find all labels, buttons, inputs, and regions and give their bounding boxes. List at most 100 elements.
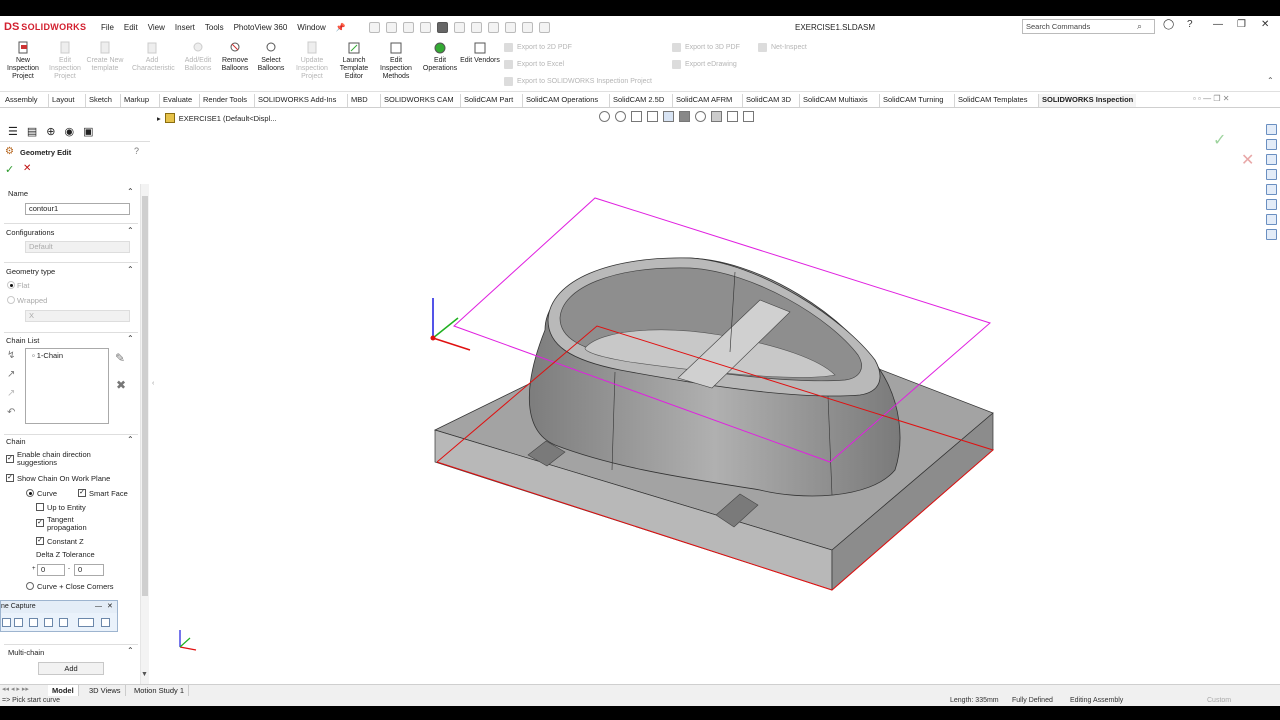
configuration-select[interactable]: Default (25, 241, 130, 253)
geometry-type-section-header[interactable]: Geometry type (6, 267, 55, 276)
chain-list-section-header[interactable]: Chain List (6, 336, 39, 345)
tab-solidcam-multiaxis[interactable]: SolidCAM Multiaxis (799, 94, 871, 107)
solidcam-icon[interactable] (1265, 214, 1277, 225)
update-inspection-project-button[interactable]: Update Inspection Project (292, 41, 332, 81)
edit-vendors-button[interactable]: Edit Vendors (460, 41, 500, 65)
capture-options-icon[interactable] (78, 618, 94, 627)
curve-close-corners-radio[interactable] (26, 582, 34, 590)
minimize-icon[interactable]: — (95, 601, 102, 613)
dimxpert-icon[interactable]: ◉ (65, 125, 75, 138)
delta-z-min-input[interactable]: 0 (37, 564, 65, 576)
tab-solidcam-turning[interactable]: SolidCAM Turning (879, 94, 946, 107)
delta-z-max-input[interactable]: 0 (74, 564, 104, 576)
home-icon[interactable] (368, 21, 380, 33)
maximize-icon[interactable]: ❐ (1237, 19, 1246, 30)
view-settings-icon[interactable] (743, 111, 754, 122)
tab-evaluate[interactable]: Evaluate (159, 94, 195, 107)
search-input[interactable]: Search Commands (1026, 22, 1090, 31)
rebuild-icon[interactable] (504, 21, 516, 33)
panel-collapse-handle-icon[interactable]: ‹ (152, 380, 154, 387)
breadcrumb-text[interactable]: EXERCISE1 (Default<Displ... (179, 114, 277, 123)
chain-section-header[interactable]: Chain (6, 437, 26, 446)
launch-template-editor-button[interactable]: Launch Template Editor (334, 41, 374, 81)
menu-edit[interactable]: Edit (124, 23, 138, 32)
capture-toolbar-title-bar[interactable]: ne Capture — ✕ (1, 601, 117, 613)
minimize-icon[interactable]: — (1213, 19, 1223, 30)
view-orientation-icon[interactable] (663, 111, 674, 122)
export-2d-pdf-button[interactable]: Export to 2D PDF (504, 43, 572, 52)
menu-file[interactable]: File (101, 23, 114, 32)
export-3d-pdf-button[interactable]: Export to 3D PDF (672, 43, 740, 52)
scene-icon[interactable] (727, 111, 738, 122)
tab-assembly[interactable]: Assembly (2, 94, 41, 107)
tab-sketch[interactable]: Sketch (85, 94, 115, 107)
configuration-manager-icon[interactable]: ⊕ (46, 125, 55, 138)
add-characteristic-button[interactable]: Add Characteristic (132, 41, 175, 73)
file-explorer-icon[interactable] (1265, 154, 1277, 165)
select-balloons-button[interactable]: Select Balloons (251, 41, 291, 73)
search-commands[interactable]: Search Commands ⌕ (1022, 19, 1155, 34)
panel-scrollbar[interactable] (140, 184, 149, 684)
configurations-section-header[interactable]: Configurations (6, 228, 54, 237)
tab-solidcam-afrm[interactable]: SolidCAM AFRM (672, 94, 735, 107)
solidworks-resources-icon[interactable] (1265, 124, 1277, 135)
expand-arrow-icon[interactable]: ▸ (157, 114, 161, 123)
section-view-icon[interactable] (647, 111, 658, 122)
capture-record-icon[interactable] (59, 618, 68, 627)
options-gear-icon[interactable] (538, 21, 550, 33)
edit-chain-icon[interactable]: ↗ (7, 369, 15, 380)
appearances-icon[interactable] (1265, 184, 1277, 195)
tab-render-tools[interactable]: Render Tools (199, 94, 250, 107)
tab-solidcam-3d[interactable]: SolidCAM 3D (742, 94, 794, 107)
open-icon[interactable] (402, 21, 414, 33)
undo-icon[interactable] (453, 21, 465, 33)
tab-markup[interactable]: Markup (120, 94, 152, 107)
feature-breadcrumb[interactable]: ▸ EXERCISE1 (Default<Displ... (157, 113, 277, 123)
collapse-caret-icon[interactable]: ⌃ (127, 226, 134, 235)
collapse-caret-icon[interactable]: ⌃ (127, 187, 134, 196)
tab-solidworks-inspection[interactable]: SOLIDWORKS Inspection (1038, 94, 1137, 107)
capture-window-icon[interactable] (14, 618, 23, 627)
cancel-x-icon[interactable]: ✕ (23, 163, 31, 174)
export-excel-button[interactable]: Export to Excel (504, 60, 564, 69)
units-selector[interactable]: Custom (1207, 696, 1231, 706)
enable-direction-checkbox[interactable]: ✓ (6, 455, 14, 463)
create-new-template-button[interactable]: Create New template (85, 41, 125, 73)
previous-view-icon[interactable] (631, 111, 642, 122)
name-input[interactable]: contour1 (25, 203, 130, 215)
graphics-area[interactable]: ✓ ✕ (150, 108, 1260, 684)
scroll-thumb[interactable] (142, 196, 148, 596)
feature-tree-icon[interactable]: ☰ (8, 125, 18, 138)
ok-check-icon[interactable]: ✓ (5, 163, 14, 176)
tab-solidcam-25d[interactable]: SolidCAM 2.5D (609, 94, 667, 107)
tab-scroll-arrows[interactable]: ◂◂ ◂ ▸ ▸▸ (2, 685, 29, 693)
hide-show-icon[interactable] (695, 111, 706, 122)
undo-chain-icon[interactable]: ↶ (7, 407, 15, 418)
tab-solidcam-part[interactable]: SolidCAM Part (460, 94, 516, 107)
display-style-icon[interactable] (679, 111, 690, 122)
export-inspection-project-button[interactable]: Export to SOLIDWORKS Inspection Project (504, 77, 652, 86)
tab-solidcam-templates[interactable]: SolidCAM Templates (954, 94, 1030, 107)
zoom-to-area-icon[interactable] (615, 111, 626, 122)
search-icon[interactable]: ⌕ (1137, 21, 1142, 32)
edit-inspection-project-button[interactable]: Edit Inspection Project (45, 41, 85, 81)
view-palette-icon[interactable] (1265, 169, 1277, 180)
edit-inspection-methods-button[interactable]: Edit Inspection Methods (376, 41, 416, 81)
tab-solidworks-addins[interactable]: SOLIDWORKS Add-Ins (254, 94, 339, 107)
new-inspection-project-button[interactable]: New Inspection Project (3, 41, 43, 81)
wrapped-radio[interactable] (7, 296, 15, 304)
ribbon-collapse-icon[interactable]: ⌃ (1267, 76, 1274, 85)
close-icon[interactable]: ✕ (107, 601, 113, 613)
collapse-caret-icon[interactable]: ⌃ (127, 435, 134, 444)
name-section-header[interactable]: Name (8, 189, 28, 198)
curve-radio[interactable] (26, 489, 34, 497)
help-icon[interactable]: ? (1187, 19, 1193, 30)
edit-operations-button[interactable]: Edit Operations (420, 41, 460, 73)
zoom-to-fit-icon[interactable] (599, 111, 610, 122)
inspection-pane-icon[interactable] (1265, 229, 1277, 240)
help-icon[interactable]: ? (134, 146, 139, 156)
capture-screen-icon[interactable] (29, 618, 38, 627)
delete-chain-icon[interactable]: ✖ (116, 378, 126, 392)
tab-solidcam-operations[interactable]: SolidCAM Operations (522, 94, 601, 107)
tab-mbd[interactable]: MBD (347, 94, 371, 107)
